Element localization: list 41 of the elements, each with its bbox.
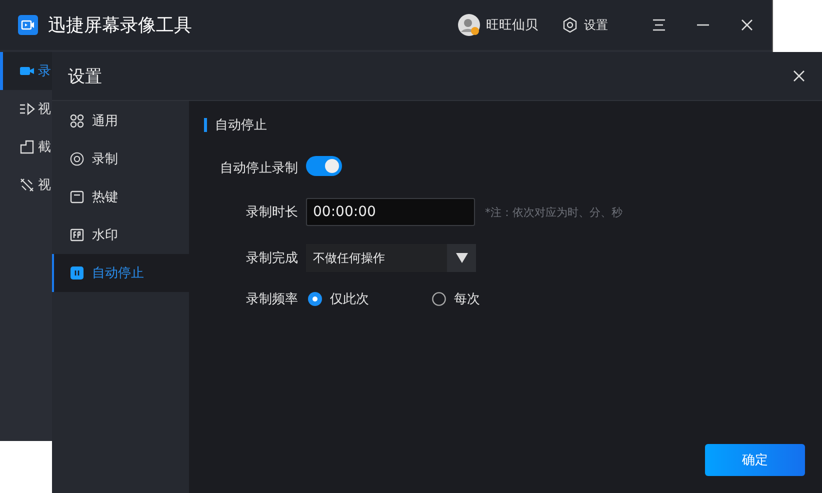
close-icon[interactable] — [792, 69, 806, 83]
gear-icon — [562, 17, 578, 33]
stamp-icon — [70, 228, 84, 242]
play-list-icon — [19, 101, 35, 117]
app-title: 迅捷屏幕录像工具 — [48, 14, 193, 37]
crop-icon — [19, 139, 35, 155]
caret-icon — [456, 253, 468, 263]
grid-icon — [70, 114, 84, 128]
settings-tab[interactable]: 水印 — [52, 216, 189, 254]
settings-button[interactable]: 设置 — [562, 16, 608, 34]
logo-icon — [18, 15, 38, 35]
user-name[interactable]: 旺旺仙贝 — [486, 16, 538, 34]
field-label: 自动停止录制 — [219, 160, 298, 177]
settings-tab[interactable]: 自动停止 — [52, 254, 189, 292]
tools-icon — [19, 177, 35, 193]
hint-text: *注：依次对应为时、分、秒 — [485, 204, 622, 220]
sidebar-item[interactable]: 视 — [0, 90, 52, 128]
sidebar-item[interactable]: 视 — [0, 166, 52, 204]
dialog-title: 设置 — [68, 66, 103, 88]
avatar-icon[interactable] — [458, 14, 480, 36]
field-label: 录制频率 — [245, 291, 298, 308]
duration-field[interactable]: 00:00:00 — [306, 198, 475, 226]
pause-icon — [70, 266, 84, 280]
confirm-button[interactable]: 确定 — [705, 444, 805, 476]
settings-tab[interactable]: 录制 — [52, 140, 189, 178]
field-label: 录制完成 — [245, 250, 298, 267]
toggle-switch[interactable] — [306, 156, 342, 176]
menu-icon[interactable] — [652, 19, 666, 31]
sidebar-item[interactable]: 截 — [0, 128, 52, 166]
section-marker — [204, 118, 207, 132]
field-label: 录制时长 — [245, 204, 298, 221]
close-icon[interactable] — [740, 18, 754, 32]
section-title: 自动停止 — [215, 117, 267, 134]
record-icon — [70, 152, 84, 166]
settings-tab[interactable]: 热键 — [52, 178, 189, 216]
settings-tab[interactable]: 通用 — [52, 102, 189, 140]
action-dropdown[interactable]: 不做任何操作 — [306, 244, 476, 272]
radio-option[interactable]: 仅此次 — [306, 290, 430, 308]
keyboard-icon — [70, 190, 84, 204]
radio-option[interactable]: 每次 — [430, 290, 554, 308]
sidebar-item[interactable]: 录 — [0, 52, 52, 90]
